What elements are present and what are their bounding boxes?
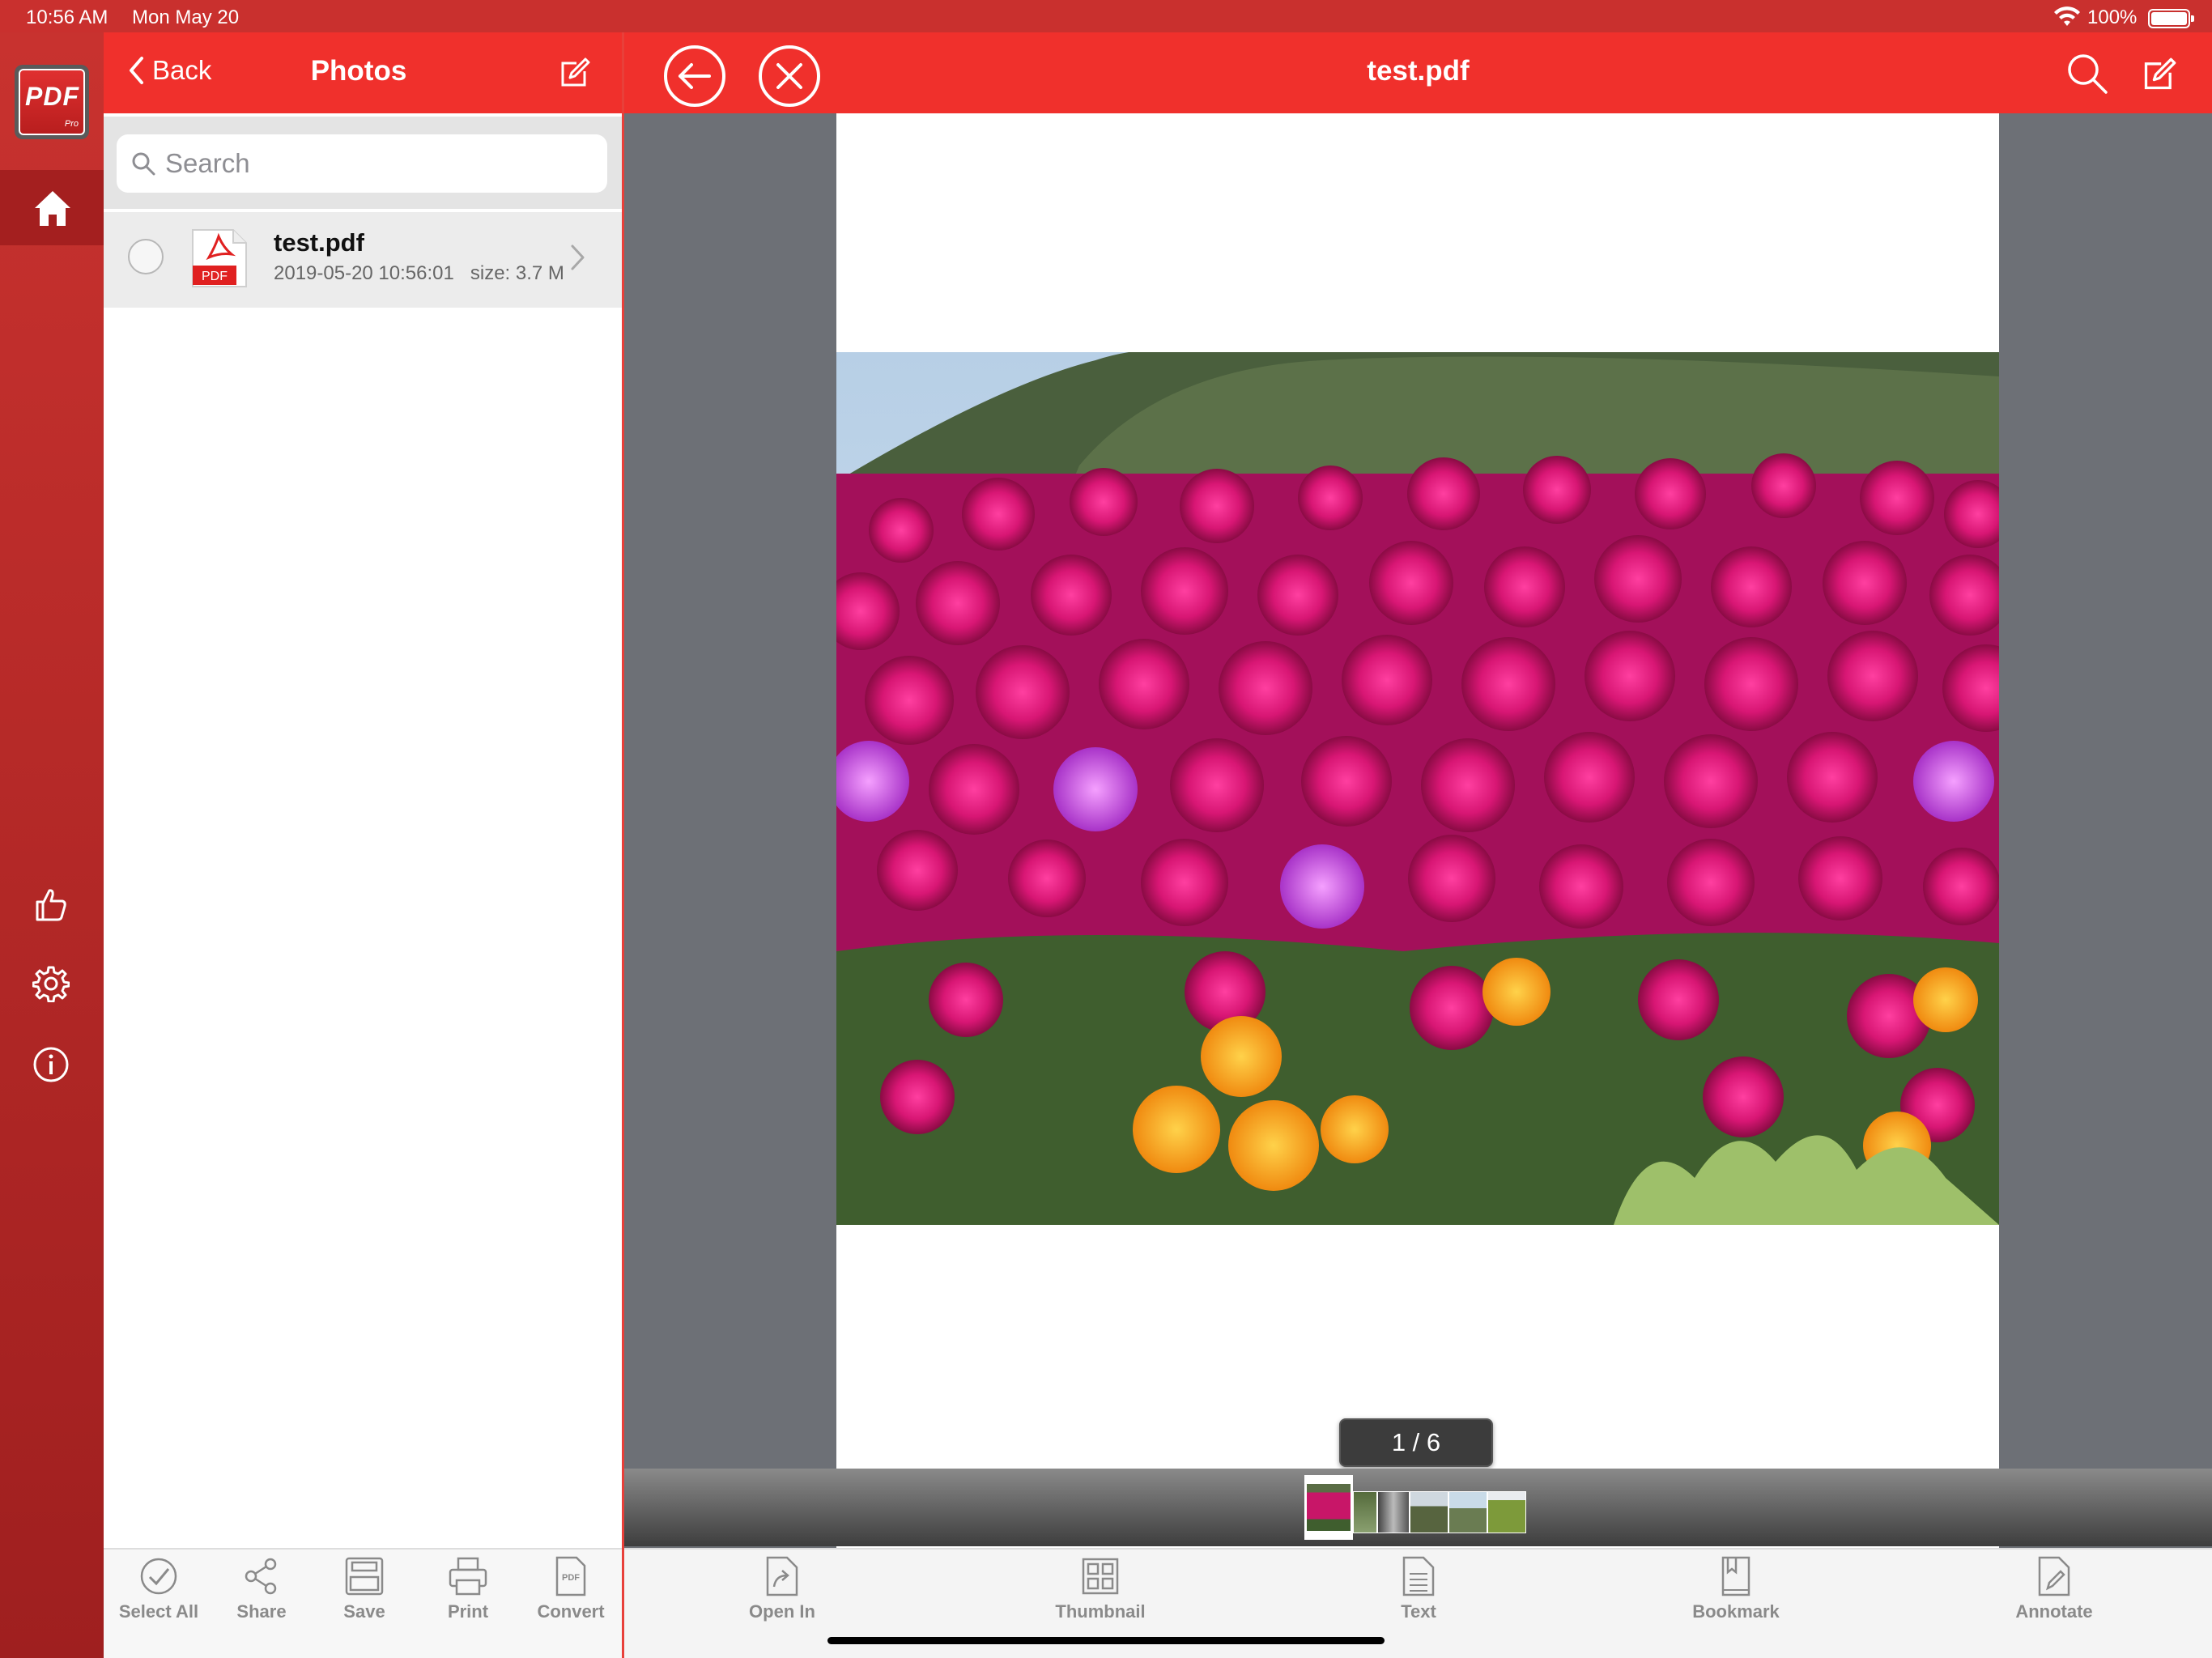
share-icon bbox=[245, 1558, 277, 1595]
search-field[interactable] bbox=[117, 134, 607, 193]
print-icon bbox=[449, 1557, 487, 1596]
thumbnail-page-6[interactable] bbox=[1487, 1491, 1526, 1533]
page-indicator: 1 / 6 bbox=[1339, 1418, 1493, 1467]
document-title: test.pdf bbox=[1367, 55, 1470, 87]
convert-label: Convert bbox=[537, 1601, 605, 1622]
viewer-navbar: test.pdf bbox=[624, 32, 2212, 113]
home-button[interactable] bbox=[0, 170, 104, 245]
bookmark-label: Bookmark bbox=[1692, 1601, 1780, 1622]
svg-text:PDF: PDF bbox=[562, 1573, 580, 1583]
save-icon bbox=[345, 1557, 384, 1596]
status-date: Mon May 20 bbox=[132, 6, 240, 28]
bookmark-icon bbox=[1721, 1556, 1750, 1596]
convert-pdf-icon: PDF bbox=[555, 1556, 586, 1596]
chevron-right-icon bbox=[571, 244, 585, 270]
info-icon[interactable] bbox=[32, 1046, 70, 1083]
bookmark-button[interactable]: Bookmark bbox=[1663, 1556, 1809, 1645]
select-all-button[interactable]: Select All bbox=[110, 1556, 207, 1645]
share-label: Share bbox=[236, 1601, 287, 1622]
compose-edit-icon[interactable] bbox=[2142, 57, 2177, 92]
pdf-file-icon-label: PDF bbox=[202, 270, 228, 283]
annotate-icon bbox=[2038, 1556, 2070, 1596]
thumbs-up-icon[interactable] bbox=[32, 886, 70, 923]
chevron-left-icon bbox=[130, 57, 143, 84]
pdf-page[interactable]: 1 / 6 bbox=[836, 113, 1999, 1549]
settings-gear-icon[interactable] bbox=[32, 965, 70, 1002]
text-button[interactable]: Text bbox=[1346, 1556, 1491, 1645]
thumbnail-page-2[interactable] bbox=[1353, 1491, 1377, 1533]
thumbnail-label: Thumbnail bbox=[1055, 1601, 1146, 1622]
search-bar bbox=[104, 113, 622, 209]
back-label: Back bbox=[152, 55, 212, 85]
text-document-icon bbox=[1402, 1556, 1435, 1596]
file-actions-toolbar: Select All Share Save Print PDF Convert bbox=[104, 1548, 622, 1658]
battery-icon bbox=[2148, 9, 2194, 28]
open-in-label: Open In bbox=[749, 1601, 815, 1622]
back-button[interactable]: Back bbox=[128, 55, 211, 86]
flower-photo bbox=[836, 352, 1999, 1225]
open-in-button[interactable]: Open In bbox=[709, 1556, 855, 1645]
thumbnail-list bbox=[1304, 1475, 1526, 1540]
file-list-item[interactable]: PDF test.pdf 2019-05-20 10:56:01 size: 3… bbox=[104, 212, 622, 308]
thumbnail-page-3[interactable] bbox=[1377, 1491, 1410, 1533]
folder-title-text: Photos bbox=[310, 55, 407, 87]
select-all-label: Select All bbox=[118, 1601, 199, 1622]
file-meta: 2019-05-20 10:56:01 size: 3.7 M bbox=[274, 262, 564, 284]
home-indicator[interactable] bbox=[827, 1637, 1385, 1644]
pdf-viewer: test.pdf 1 / 6 Open In Thumbnail Text Bo… bbox=[624, 32, 2212, 1658]
status-bar: 10:56 AM Mon May 20 100% bbox=[0, 0, 2212, 32]
open-in-icon bbox=[766, 1556, 798, 1596]
thumbnail-grid-icon bbox=[1082, 1558, 1119, 1595]
print-label: Print bbox=[447, 1601, 489, 1622]
thumbnail-page-1[interactable] bbox=[1304, 1475, 1353, 1540]
search-icon bbox=[132, 152, 155, 176]
thumbnail-button[interactable]: Thumbnail bbox=[1027, 1556, 1173, 1645]
app-logo: PDF Pro bbox=[15, 65, 89, 139]
app-logo-sub: Pro bbox=[64, 119, 79, 129]
battery-percent: 100% bbox=[2087, 6, 2138, 28]
thumbnail-page-5[interactable] bbox=[1448, 1491, 1487, 1533]
search-icon[interactable] bbox=[2065, 52, 2109, 96]
print-button[interactable]: Print bbox=[419, 1556, 517, 1645]
wifi-icon bbox=[2054, 6, 2080, 26]
annotate-button[interactable]: Annotate bbox=[1981, 1556, 2127, 1645]
checkmark-circle-icon bbox=[140, 1558, 177, 1595]
file-browser-panel: Back Photos Search PDF test.pdf 2019-05-… bbox=[104, 32, 624, 1658]
thumbnail-page-4[interactable] bbox=[1410, 1491, 1448, 1533]
compose-edit-icon[interactable] bbox=[559, 57, 591, 89]
file-select-radio[interactable] bbox=[128, 239, 164, 274]
text-label: Text bbox=[1401, 1601, 1436, 1622]
file-browser-navbar: Back Photos bbox=[104, 32, 622, 113]
save-button[interactable]: Save bbox=[316, 1556, 413, 1645]
app-logo-text: PDF bbox=[25, 82, 79, 111]
convert-button[interactable]: PDF Convert bbox=[522, 1556, 619, 1645]
search-input[interactable] bbox=[165, 148, 586, 179]
save-label: Save bbox=[343, 1601, 385, 1622]
side-rail: PDF Pro bbox=[0, 32, 104, 1658]
annotate-label: Annotate bbox=[2015, 1601, 2093, 1622]
file-name: test.pdf bbox=[274, 228, 364, 257]
pdf-file-icon: PDF bbox=[192, 229, 247, 287]
status-time: 10:56 AM bbox=[26, 6, 108, 28]
home-icon bbox=[35, 191, 70, 226]
ipad-screen: 10:56 AM Mon May 20 100% PDF Pro Back Ph… bbox=[0, 0, 2212, 1658]
share-button[interactable]: Share bbox=[213, 1556, 310, 1645]
